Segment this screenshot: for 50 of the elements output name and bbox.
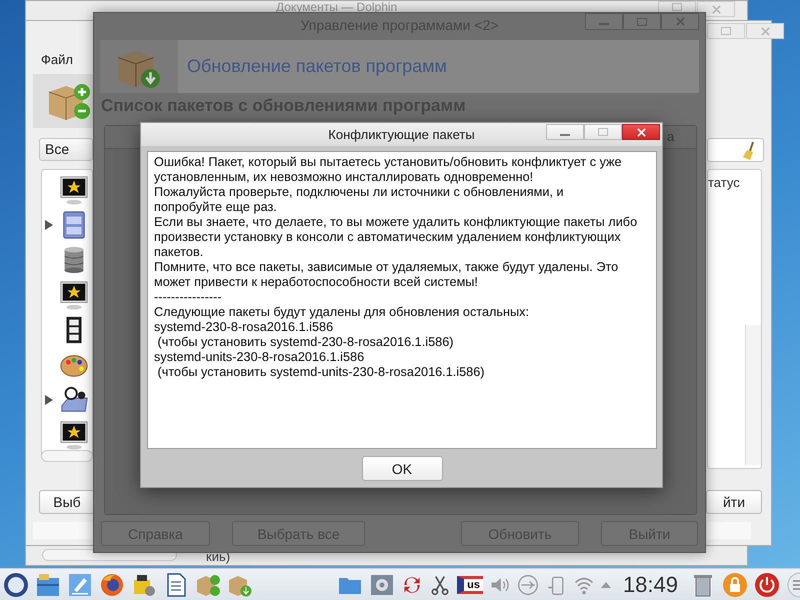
menu-item[interactable]: Файл (41, 52, 73, 67)
search-field[interactable] (707, 138, 764, 162)
status-text: киь) (206, 549, 230, 564)
select-button[interactable]: Выб (39, 490, 95, 514)
close-icon (712, 4, 720, 14)
message-text: Если вы знаете, что делаете, то вы можете удалить конфликтующие пакеты либо произвести установку в консоли с автоматическим удалением конфликтующих пакетов. (154, 215, 638, 260)
clock[interactable]: 18:49 (622, 572, 678, 598)
start-menu-icon[interactable] (3, 572, 29, 598)
minimize-button[interactable] (546, 124, 584, 140)
column-header[interactable]: татус (708, 175, 740, 190)
exit-button[interactable]: йти (706, 490, 762, 514)
scissors-icon[interactable] (429, 574, 452, 596)
dialog-title: Конфликтующие пакеты (328, 127, 475, 142)
expand-arrow-icon[interactable] (45, 220, 53, 230)
message-text: (чтобы установить systemd-units-230-8-rosa2016.1.i586) (156, 365, 486, 380)
pencil-note-icon[interactable] (67, 572, 93, 598)
menu-icon[interactable] (786, 572, 800, 598)
message-text: Пожалуйста проверьте, подключены ли источники с обновлениями, и попробуйте еще раз. (154, 185, 565, 215)
expand-arrow-icon[interactable] (45, 394, 53, 404)
usb-icon[interactable] (516, 574, 539, 596)
monitor-star-icon (59, 280, 89, 310)
keyboard-layout-indicator[interactable]: us (457, 576, 483, 594)
message-text: systemd-units-230-8-rosa2016.1.i586 (154, 350, 366, 365)
status-bar (707, 522, 751, 539)
banner-title: Обновление пакетов программ (187, 56, 447, 77)
ok-button[interactable]: OK (362, 456, 442, 481)
message-text: (чтобы установить systemd-230-8-rosa2016.1.i586) (156, 335, 454, 350)
window-title: Документы — Dolphin (276, 1, 398, 13)
close-button[interactable] (622, 124, 660, 140)
browser-icon[interactable] (99, 572, 125, 598)
lock-icon[interactable] (722, 572, 748, 598)
status-bar (33, 522, 94, 539)
file-cabinet-icon[interactable] (35, 572, 61, 598)
message-text: Помните, что все пакеты, зависимые от удаляемых, также будут удалены. Это может привести к неработоспособности всей системы! (154, 260, 620, 290)
close-icon (676, 17, 684, 26)
scanner-icon (59, 384, 89, 414)
monitor-star-icon (59, 174, 89, 204)
filter-dropdown[interactable]: Все (39, 138, 93, 161)
message-text: ---------------- (154, 290, 223, 305)
power-icon[interactable] (754, 572, 780, 598)
monitor-star-icon (59, 420, 89, 450)
scrollbar[interactable] (41, 450, 93, 462)
message-text: systemd-230-8-rosa2016.1.i586 (154, 320, 334, 335)
message-text: Ошибка! Пакет, который вы пытаетесь установить/обновить конфликтует с уже установленным, их невозможно инсталлировать одновременно! (154, 155, 623, 185)
tray-expand-icon[interactable] (600, 582, 611, 588)
broom-icon[interactable] (743, 142, 757, 160)
close-icon (760, 26, 770, 36)
close-icon (636, 128, 646, 136)
scrollbar[interactable] (745, 325, 761, 465)
message-text: Следующие пакеты будут удалены для обновления остальных: (154, 305, 530, 320)
